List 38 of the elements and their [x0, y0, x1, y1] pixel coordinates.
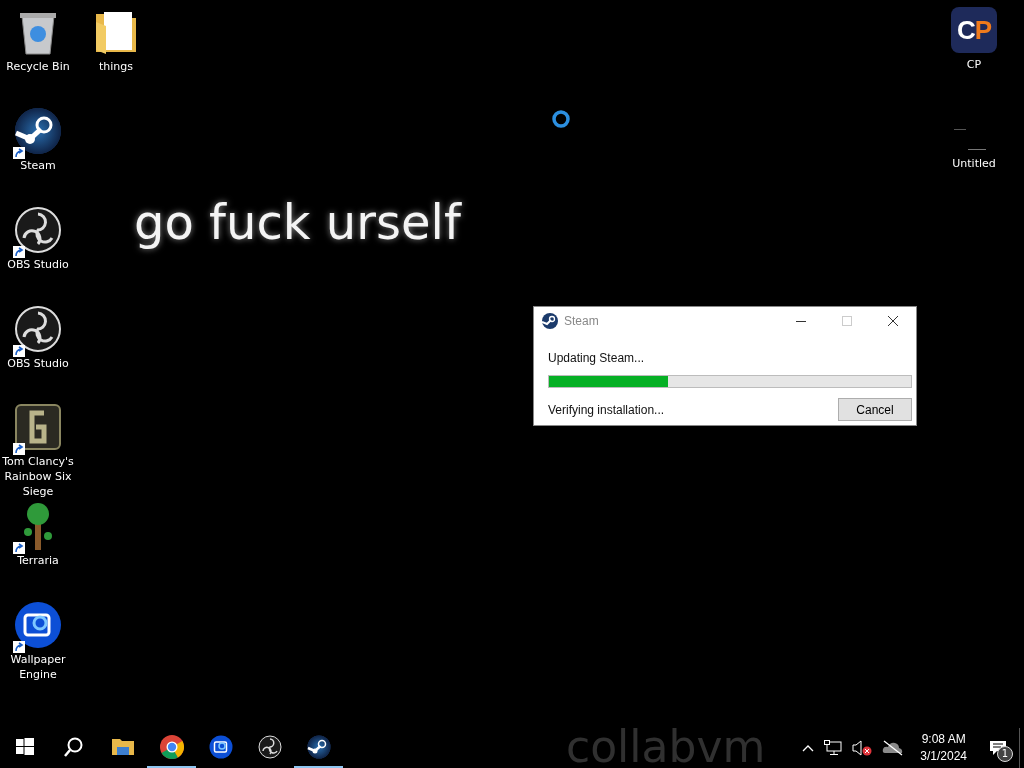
icon-label[interactable]: Untitled [952, 156, 996, 171]
obs-icon[interactable] [14, 206, 62, 254]
status-text: Updating Steam... [548, 351, 646, 365]
icon-label[interactable]: OBS Studio [7, 356, 69, 371]
icon-label[interactable]: Recycle Bin [6, 59, 70, 74]
close-icon [888, 316, 898, 326]
folder-icon [111, 736, 134, 758]
steam-icon[interactable] [14, 107, 62, 155]
game-emblem-icon[interactable] [14, 403, 62, 451]
search-icon [63, 737, 84, 757]
chevron-up-icon[interactable] [802, 744, 815, 752]
notification-count: 1 [997, 746, 1013, 762]
icon-label[interactable]: Terraria [17, 553, 59, 568]
busy-cursor-icon [551, 109, 571, 129]
app-logo[interactable]: CP [951, 7, 997, 53]
camera-gear-icon [208, 735, 233, 759]
detail-text: Verifying installation... [548, 402, 665, 417]
icon-label[interactable]: Tom Clancy's Rainbow Six Siege [0, 454, 76, 499]
icon-label[interactable]: things [99, 59, 133, 74]
window-title: Steam [564, 314, 599, 328]
icon-label[interactable]: Steam [20, 158, 56, 173]
maximize-icon [842, 316, 852, 326]
steam-icon [542, 313, 558, 329]
camera-gear-icon[interactable] [14, 601, 62, 649]
obs-icon[interactable] [14, 305, 62, 353]
steam-icon [306, 735, 331, 759]
network-icon[interactable] [824, 740, 843, 756]
browser-icon [159, 735, 184, 759]
windows-logo-icon [15, 738, 34, 756]
icon-label[interactable]: CP [966, 57, 982, 72]
icon-label[interactable]: Wallpaper Engine [0, 652, 76, 682]
obs-icon [257, 735, 282, 759]
volume-icon[interactable] [852, 740, 873, 756]
wallpaper-text: go fuck urself [134, 194, 461, 250]
cancel-button[interactable]: Cancel [838, 398, 912, 421]
clock-button[interactable]: 9:08 AM 3/1/2024 [914, 731, 973, 765]
icon-label[interactable]: OBS Studio [7, 257, 69, 272]
cloud-icon[interactable] [882, 740, 905, 756]
